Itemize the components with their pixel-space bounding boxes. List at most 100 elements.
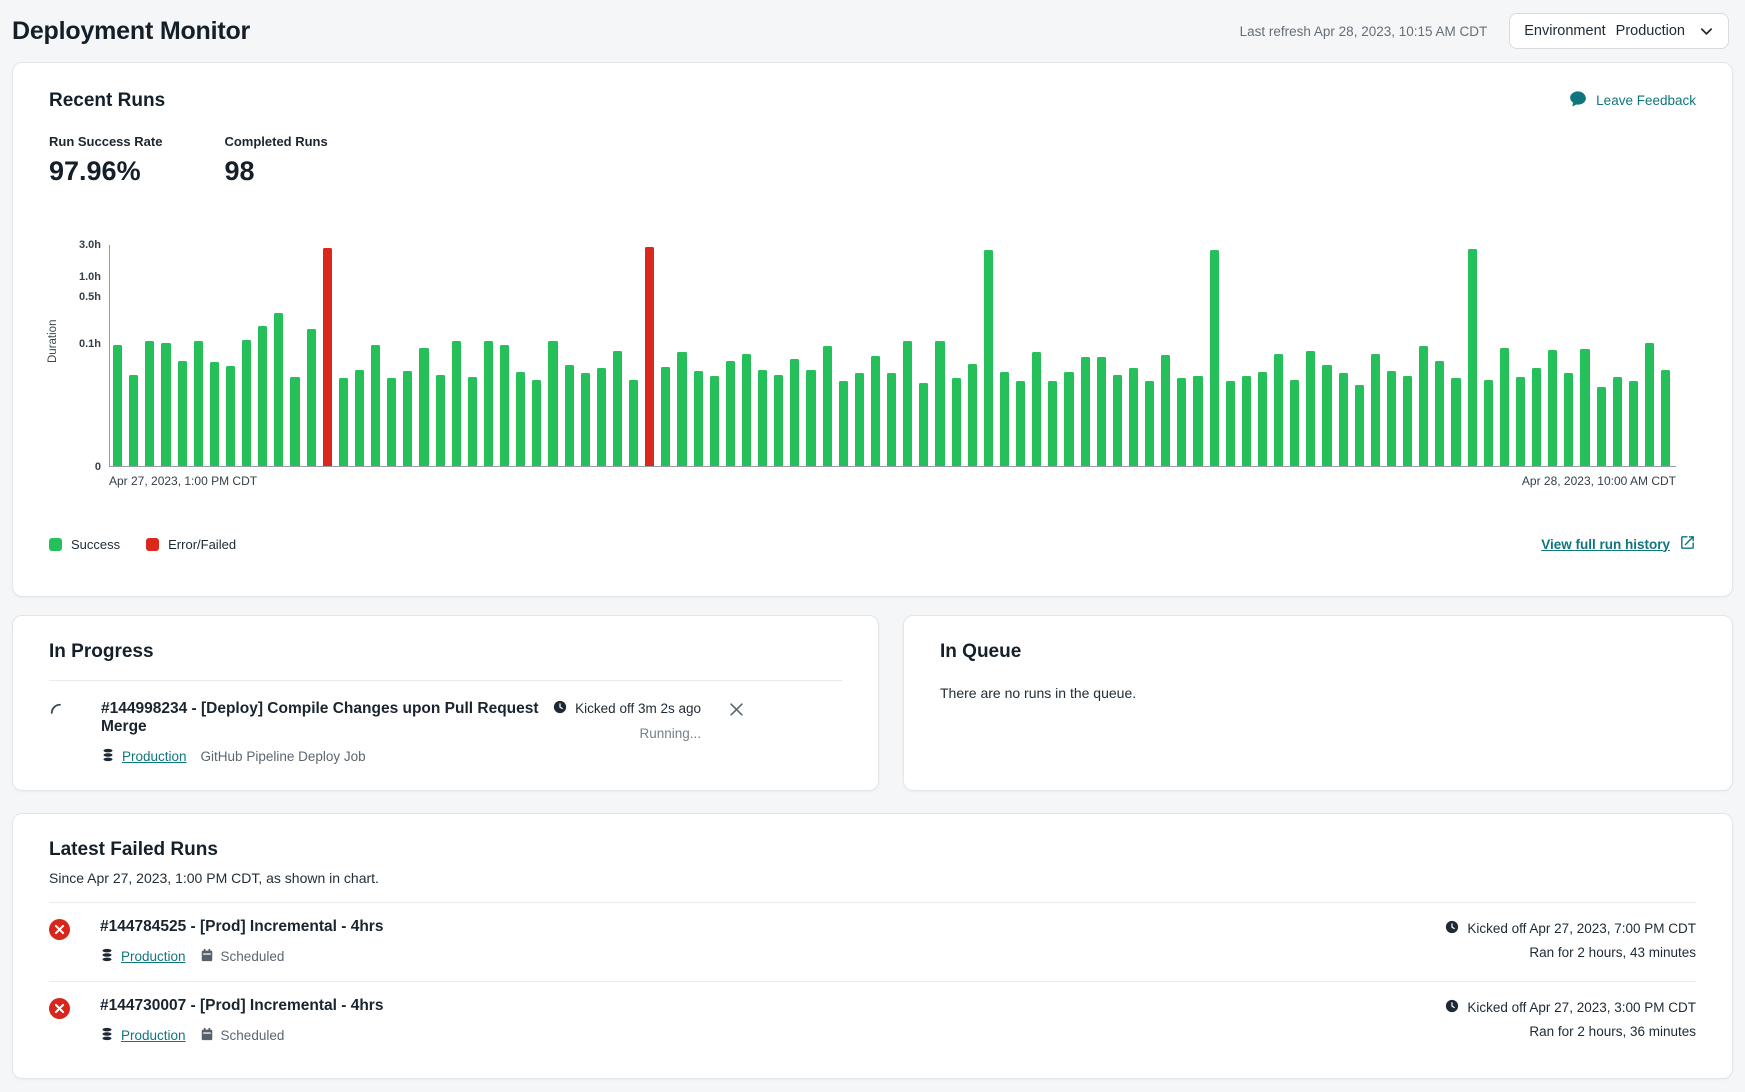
run-bar-success[interactable]	[1564, 373, 1573, 466]
run-bar-success[interactable]	[1355, 385, 1364, 466]
run-bar-success[interactable]	[516, 372, 525, 466]
run-bar-success[interactable]	[629, 380, 638, 466]
run-bar-success[interactable]	[371, 345, 380, 466]
run-bar-success[interactable]	[903, 341, 912, 466]
run-bar-success[interactable]	[145, 341, 154, 466]
run-bar-success[interactable]	[1339, 373, 1348, 466]
run-bar-success[interactable]	[419, 348, 428, 466]
run-bar-success[interactable]	[661, 367, 670, 466]
run-bar-success[interactable]	[1064, 372, 1073, 466]
run-bar-success[interactable]	[887, 373, 896, 466]
environment-link[interactable]: Production	[122, 749, 187, 764]
close-icon[interactable]	[727, 700, 746, 719]
run-bar-success[interactable]	[1403, 376, 1412, 466]
run-bar-success[interactable]	[274, 313, 283, 466]
run-bar-success[interactable]	[1435, 361, 1444, 466]
run-bar-success[interactable]	[742, 354, 751, 466]
environment-link[interactable]: Production	[121, 1028, 186, 1043]
run-bar-success[interactable]	[226, 366, 235, 466]
run-bar-success[interactable]	[613, 351, 622, 466]
run-bar-success[interactable]	[1661, 370, 1670, 466]
environment-dropdown[interactable]: Environment Production	[1509, 13, 1729, 49]
run-bar-success[interactable]	[1290, 380, 1299, 466]
run-bar-success[interactable]	[1113, 375, 1122, 466]
run-bar-success[interactable]	[823, 346, 832, 466]
run-bar-success[interactable]	[855, 373, 864, 466]
run-bar-success[interactable]	[710, 376, 719, 466]
run-bar-success[interactable]	[307, 329, 316, 466]
run-bar-success[interactable]	[1274, 354, 1283, 466]
run-bar-success[interactable]	[1145, 381, 1154, 466]
run-bar-success[interactable]	[1016, 381, 1025, 466]
run-bar-success[interactable]	[500, 345, 509, 466]
run-bar-success[interactable]	[242, 340, 251, 466]
run-bar-success[interactable]	[597, 368, 606, 466]
run-bar-success[interactable]	[758, 370, 767, 466]
run-bar-success[interactable]	[1548, 350, 1557, 466]
run-bar-success[interactable]	[1322, 365, 1331, 466]
run-bar-success[interactable]	[532, 380, 541, 466]
run-bar-success[interactable]	[952, 378, 961, 466]
run-bar-success[interactable]	[1613, 377, 1622, 466]
run-bar-success[interactable]	[1242, 376, 1251, 466]
run-bar-success[interactable]	[694, 371, 703, 466]
run-bar-success[interactable]	[1645, 343, 1654, 466]
run-bar-success[interactable]	[1226, 381, 1235, 466]
run-bar-success[interactable]	[355, 370, 364, 466]
run-bar-success[interactable]	[290, 377, 299, 466]
run-bar-success[interactable]	[1161, 355, 1170, 466]
run-bar-success[interactable]	[984, 250, 993, 466]
run-bar-success[interactable]	[468, 377, 477, 466]
run-bar-success[interactable]	[839, 381, 848, 466]
run-bar-success[interactable]	[790, 359, 799, 466]
run-bar-success[interactable]	[210, 362, 219, 466]
run-bar-success[interactable]	[968, 364, 977, 466]
run-bar-success[interactable]	[1500, 348, 1509, 466]
run-bar-success[interactable]	[1129, 368, 1138, 466]
run-bar-success[interactable]	[436, 375, 445, 466]
run-bar-success[interactable]	[1032, 352, 1041, 466]
run-bar-success[interactable]	[1597, 387, 1606, 466]
run-bar-success[interactable]	[1451, 378, 1460, 466]
run-bar-success[interactable]	[581, 373, 590, 466]
run-bar-success[interactable]	[113, 345, 122, 466]
run-bar-success[interactable]	[403, 371, 412, 466]
run-bar-success[interactable]	[1193, 376, 1202, 466]
run-bar-success[interactable]	[726, 361, 735, 466]
run-bar-success[interactable]	[387, 378, 396, 466]
run-bar-success[interactable]	[1371, 354, 1380, 466]
run-bar-success[interactable]	[258, 326, 267, 466]
run-bar-success[interactable]	[178, 361, 187, 466]
run-bar-success[interactable]	[1532, 368, 1541, 466]
run-bar-success[interactable]	[452, 341, 461, 466]
run-bar-success[interactable]	[484, 341, 493, 466]
run-bar-success[interactable]	[1580, 349, 1589, 466]
run-bar-failed[interactable]	[323, 248, 332, 466]
run-bar-success[interactable]	[1306, 351, 1315, 466]
run-bar-success[interactable]	[194, 341, 203, 466]
leave-feedback-link[interactable]: Leave Feedback	[1569, 90, 1696, 111]
run-bar-success[interactable]	[129, 375, 138, 466]
run-bar-success[interactable]	[677, 352, 686, 466]
run-bar-success[interactable]	[161, 343, 170, 466]
environment-link[interactable]: Production	[121, 949, 186, 964]
run-bar-success[interactable]	[1097, 357, 1106, 466]
run-bar-success[interactable]	[1210, 250, 1219, 466]
run-bar-success[interactable]	[565, 365, 574, 466]
run-bar-success[interactable]	[1484, 380, 1493, 466]
run-bar-success[interactable]	[1081, 357, 1090, 466]
run-bar-success[interactable]	[871, 356, 880, 466]
run-bar-success[interactable]	[1468, 249, 1477, 466]
run-bar-success[interactable]	[1258, 372, 1267, 466]
run-bar-success[interactable]	[1516, 377, 1525, 466]
run-bar-success[interactable]	[919, 383, 928, 466]
run-bar-success[interactable]	[1629, 381, 1638, 466]
run-bar-failed[interactable]	[645, 247, 654, 466]
run-bar-success[interactable]	[1048, 381, 1057, 466]
run-bar-success[interactable]	[1419, 346, 1428, 466]
run-bar-success[interactable]	[1177, 378, 1186, 466]
run-bar-success[interactable]	[548, 341, 557, 466]
run-bar-success[interactable]	[935, 341, 944, 466]
run-bar-success[interactable]	[1387, 371, 1396, 466]
view-run-history-link[interactable]: View full run history	[1541, 534, 1696, 554]
